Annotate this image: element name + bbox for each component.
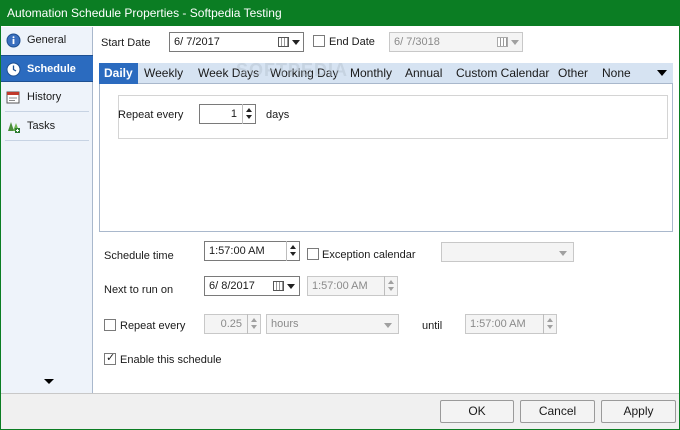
enable-schedule-label: Enable this schedule bbox=[120, 354, 222, 366]
sidebar-item-history[interactable]: History bbox=[1, 84, 93, 111]
repeat-every-checkbox[interactable] bbox=[104, 319, 116, 331]
exception-calendar-checkbox[interactable] bbox=[307, 248, 319, 260]
info-icon bbox=[6, 33, 21, 48]
history-icon bbox=[6, 91, 20, 104]
tab-monthly[interactable]: Monthly bbox=[350, 63, 392, 84]
chevron-down-icon bbox=[292, 40, 300, 45]
repeat-every-label: Repeat every bbox=[120, 320, 186, 332]
spin-buttons[interactable] bbox=[543, 314, 556, 334]
until-time-input[interactable]: 1:57:00 AM bbox=[465, 314, 557, 334]
spin-down-icon[interactable] bbox=[290, 252, 296, 256]
apply-button[interactable]: Apply bbox=[601, 400, 676, 423]
spin-up-icon[interactable] bbox=[246, 108, 252, 112]
daily-unit-label: days bbox=[266, 109, 290, 121]
spin-down-icon[interactable] bbox=[251, 325, 257, 329]
sidebar-item-label: History bbox=[27, 91, 62, 103]
next-run-date-picker[interactable]: 6/ 8/2017 bbox=[204, 276, 300, 296]
spin-down-icon[interactable] bbox=[388, 287, 394, 291]
scroll-down-icon[interactable] bbox=[44, 379, 54, 384]
tab-custom-calendar[interactable]: Custom Calendar bbox=[456, 63, 549, 84]
enable-schedule-checkbox[interactable] bbox=[104, 351, 116, 365]
chevron-down-icon bbox=[384, 323, 392, 328]
schedule-time-value: 1:57:00 AM bbox=[209, 245, 265, 257]
repeat-unit-value: hours bbox=[271, 318, 299, 330]
tab-daily[interactable]: Daily bbox=[99, 63, 138, 84]
sidebar-item-label: General bbox=[27, 34, 67, 46]
start-date-picker[interactable]: 6/ 7/2017 bbox=[169, 32, 304, 52]
spin-buttons[interactable] bbox=[247, 314, 260, 334]
repeat-interval-stepper[interactable]: 0.25 bbox=[204, 314, 261, 334]
exception-calendar-select[interactable] bbox=[441, 242, 574, 262]
schedule-time-label: Schedule time bbox=[104, 250, 174, 262]
watermark: SOFTPEDIA bbox=[236, 60, 349, 80]
calendar-icon bbox=[273, 281, 284, 291]
spin-up-icon[interactable] bbox=[290, 245, 296, 249]
end-date-picker[interactable]: 6/ 7/3018 bbox=[389, 32, 523, 52]
cancel-button[interactable]: Cancel bbox=[520, 400, 595, 423]
end-date-checkbox[interactable] bbox=[313, 35, 325, 47]
start-date-label: Start Date bbox=[101, 37, 151, 49]
window-title: Automation Schedule Properties - Softped… bbox=[0, 0, 680, 26]
next-run-time-input[interactable]: 1:57:00 AM bbox=[307, 276, 398, 296]
tab-annual[interactable]: Annual bbox=[405, 63, 442, 84]
recurrence-tabs: Daily Weekly Week Days Working Day Month… bbox=[99, 63, 673, 84]
sidebar-item-tasks[interactable]: Tasks bbox=[1, 113, 93, 140]
chevron-down-icon bbox=[559, 251, 567, 256]
daily-repeat-stepper[interactable]: 1 bbox=[199, 104, 256, 124]
clock-icon bbox=[6, 62, 21, 77]
spin-down-icon[interactable] bbox=[547, 325, 553, 329]
tab-weekly[interactable]: Weekly bbox=[144, 63, 183, 84]
until-time-value: 1:57:00 AM bbox=[470, 318, 526, 330]
next-run-time-value: 1:57:00 AM bbox=[312, 280, 368, 292]
divider bbox=[5, 140, 89, 141]
daily-repeat-label: Repeat every bbox=[118, 109, 184, 121]
next-run-label: Next to run on bbox=[104, 284, 174, 296]
spin-down-icon[interactable] bbox=[246, 115, 252, 119]
schedule-time-input[interactable]: 1:57:00 AM bbox=[204, 241, 300, 261]
tasks-icon bbox=[8, 122, 20, 133]
sidebar-item-label: Tasks bbox=[27, 120, 56, 132]
start-date-value: 6/ 7/2017 bbox=[174, 36, 220, 48]
calendar-icon bbox=[278, 37, 289, 47]
next-run-date-value: 6/ 8/2017 bbox=[209, 280, 255, 292]
spin-up-icon[interactable] bbox=[251, 318, 257, 322]
tabs-overflow-icon[interactable] bbox=[657, 70, 667, 76]
end-date-value: 6/ 7/3018 bbox=[394, 36, 440, 48]
chevron-down-icon bbox=[287, 284, 295, 289]
tab-none[interactable]: None bbox=[602, 63, 631, 84]
spin-up-icon[interactable] bbox=[388, 280, 394, 284]
sidebar: General Schedule History Tasks bbox=[1, 27, 93, 393]
chevron-down-icon bbox=[511, 40, 519, 45]
spin-buttons[interactable] bbox=[384, 276, 397, 296]
spin-up-icon[interactable] bbox=[547, 318, 553, 322]
repeat-unit-select[interactable]: hours bbox=[266, 314, 399, 334]
sidebar-item-label: Schedule bbox=[27, 63, 76, 75]
ok-button[interactable]: OK bbox=[440, 400, 514, 423]
spin-buttons[interactable] bbox=[286, 241, 299, 261]
sidebar-item-schedule[interactable]: Schedule bbox=[1, 55, 93, 82]
until-label: until bbox=[422, 320, 443, 332]
calendar-icon bbox=[497, 37, 508, 47]
tab-other[interactable]: Other bbox=[558, 63, 588, 84]
daily-repeat-value: 1 bbox=[230, 108, 237, 120]
exception-calendar-label: Exception calendar bbox=[322, 249, 416, 261]
spin-buttons[interactable] bbox=[242, 104, 255, 124]
repeat-interval-value: 0.25 bbox=[220, 318, 242, 330]
sidebar-item-general[interactable]: General bbox=[1, 27, 93, 54]
end-date-label: End Date bbox=[329, 36, 375, 48]
divider bbox=[5, 111, 89, 112]
